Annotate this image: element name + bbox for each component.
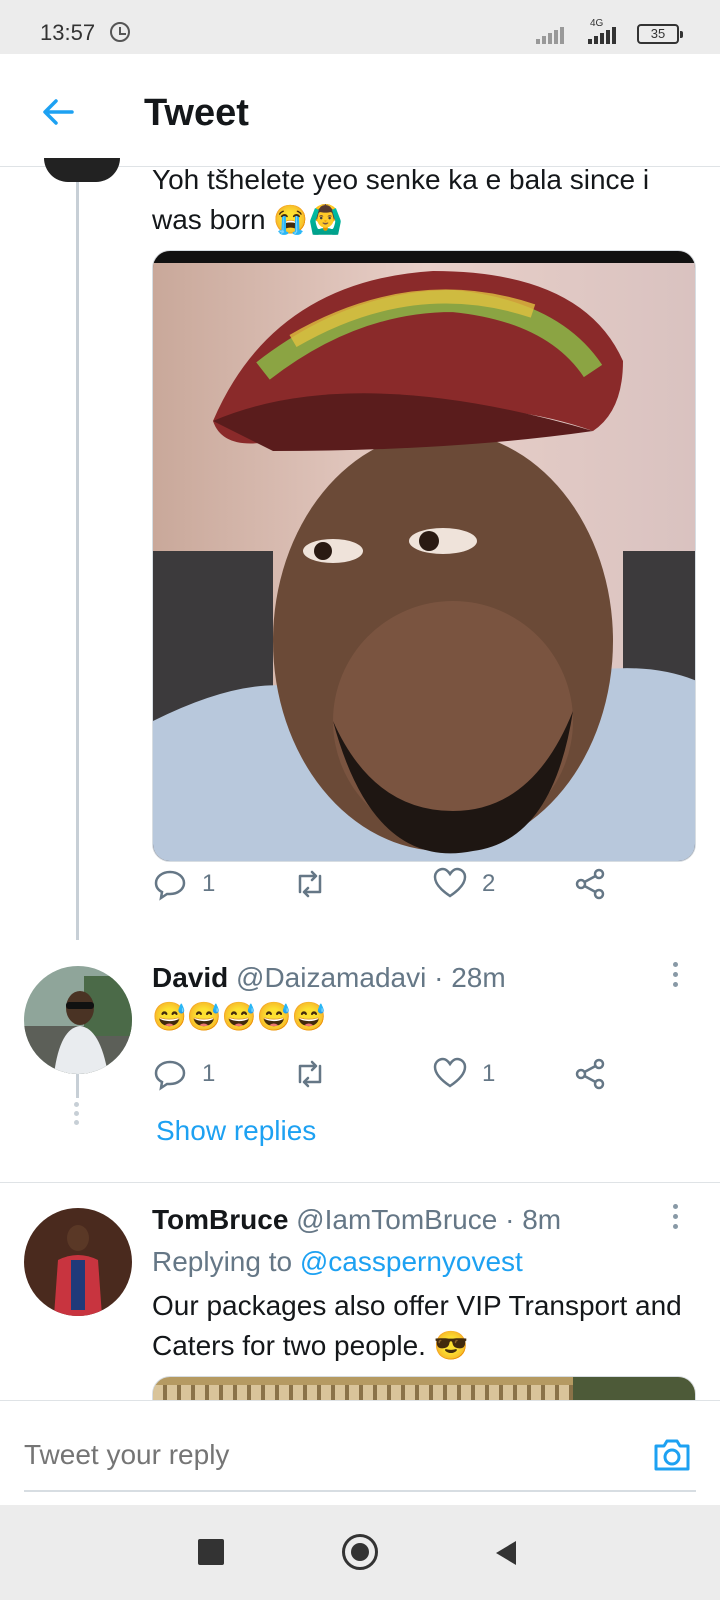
replying-handle-link[interactable]: @casspernyovest bbox=[300, 1246, 523, 1277]
retweet-icon bbox=[298, 1060, 322, 1088]
system-nav-bar bbox=[0, 1505, 720, 1600]
reply-icon bbox=[154, 1060, 186, 1091]
author-name[interactable]: TomBruce bbox=[152, 1204, 288, 1235]
heart-icon bbox=[433, 867, 467, 898]
like-button[interactable]: 2 bbox=[432, 866, 572, 902]
tweet-text: 😅😅😅😅😅 bbox=[152, 1001, 327, 1032]
reply-button[interactable]: 1 bbox=[152, 866, 292, 902]
arrow-left-icon[interactable] bbox=[38, 92, 78, 132]
signal-icon bbox=[536, 24, 564, 44]
tweet-actions: 1 2 bbox=[152, 866, 622, 902]
divider bbox=[0, 1182, 720, 1183]
more-options-icon[interactable] bbox=[670, 1204, 680, 1234]
heart-icon bbox=[433, 1057, 467, 1088]
back-button[interactable] bbox=[494, 1539, 518, 1567]
avatar[interactable] bbox=[24, 966, 132, 1074]
avatar[interactable] bbox=[24, 1208, 132, 1316]
author-handle[interactable]: @IamTomBruce bbox=[296, 1204, 497, 1235]
share-icon bbox=[575, 868, 605, 900]
retweet-icon bbox=[298, 870, 322, 898]
tweet-time: · 28m bbox=[434, 962, 506, 993]
avatar-photo bbox=[24, 966, 132, 1074]
reply-header: David @Daizamadavi · 28m bbox=[152, 962, 506, 994]
reply-count: 1 bbox=[202, 1060, 216, 1087]
status-time: 13:57 bbox=[40, 20, 96, 45]
reply-icon bbox=[154, 870, 186, 901]
tweet-text: Our packages also offer VIP Transport an… bbox=[152, 1290, 682, 1361]
tweet-image[interactable] bbox=[152, 250, 696, 862]
status-bar: 13:57 4G 35 bbox=[0, 0, 720, 54]
replying-label: Replying to bbox=[152, 1246, 293, 1277]
reply-count: 1 bbox=[202, 870, 216, 897]
tweet-time: · 8m bbox=[505, 1204, 562, 1235]
tweet-text: Yoh tšhelete yeo senke ka e bala since i… bbox=[152, 164, 650, 235]
tweet-actions: 1 1 bbox=[152, 1056, 622, 1092]
share-icon bbox=[575, 1058, 605, 1090]
alarm-icon bbox=[110, 22, 130, 42]
like-button[interactable]: 1 bbox=[432, 1056, 572, 1092]
thread-dots bbox=[74, 1102, 80, 1125]
like-count: 1 bbox=[482, 1060, 496, 1087]
top-app-bar bbox=[0, 54, 720, 167]
retweet-button[interactable] bbox=[292, 866, 432, 902]
reply-button[interactable]: 1 bbox=[152, 1056, 292, 1092]
author-name[interactable]: David bbox=[152, 962, 228, 993]
trees-photo bbox=[573, 1377, 695, 1400]
avatar-photo bbox=[24, 1208, 132, 1316]
home-button[interactable] bbox=[342, 1534, 378, 1570]
reply-header: TomBruce @IamTomBruce · 8m bbox=[152, 1204, 561, 1236]
reply-input[interactable] bbox=[24, 1420, 696, 1492]
camera-icon[interactable] bbox=[651, 1434, 693, 1476]
battery-icon: 35 bbox=[637, 24, 683, 44]
avatar[interactable] bbox=[44, 158, 120, 182]
tweet-photo bbox=[153, 251, 695, 861]
like-count: 2 bbox=[482, 870, 496, 897]
retweet-button[interactable] bbox=[292, 1056, 432, 1092]
share-button[interactable] bbox=[572, 1056, 608, 1092]
replying-to: Replying to @casspernyovest bbox=[152, 1246, 523, 1278]
tweet-image[interactable] bbox=[152, 1376, 696, 1400]
author-handle[interactable]: @Daizamadavi bbox=[236, 962, 426, 993]
more-options-icon[interactable] bbox=[670, 962, 680, 992]
recents-button[interactable] bbox=[198, 1539, 224, 1565]
thread-line bbox=[76, 170, 79, 940]
show-replies-link[interactable]: Show replies bbox=[156, 1115, 316, 1147]
page-title: Tweet bbox=[144, 92, 249, 134]
share-button[interactable] bbox=[572, 866, 608, 902]
signal-icon-4g bbox=[588, 24, 616, 44]
